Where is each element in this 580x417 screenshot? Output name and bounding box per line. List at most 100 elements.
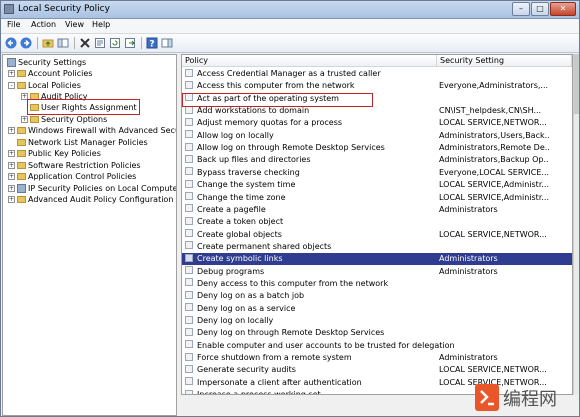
column-header-security-setting[interactable]: Security Setting [437, 55, 572, 67]
show-hide-console-tree-icon[interactable] [57, 37, 69, 49]
policy-name-text: Deny access to this computer from the ne… [197, 278, 389, 288]
policy-name-text: Change the time zone [197, 192, 286, 202]
tree-item-network-list-manager[interactable]: Network List Manager Policies [17, 137, 148, 148]
console-tree-pane[interactable]: Security Settings + Account Policies - Loc… [2, 54, 177, 416]
expand-toggle-icon[interactable]: + [8, 196, 15, 203]
maximize-button[interactable]: □ [531, 2, 549, 16]
vertical-scrollbar[interactable] [573, 54, 579, 395]
export-list-icon[interactable] [124, 37, 136, 49]
folder-icon [17, 82, 26, 89]
policy-name-text: Access Credential Manager as a trusted c… [197, 69, 381, 78]
delete-icon[interactable] [79, 37, 91, 49]
expand-toggle-icon[interactable]: + [8, 162, 15, 169]
policy-row[interactable]: Allow log on through Remote Desktop Serv… [182, 142, 572, 154]
policy-row[interactable]: Allow log on locally Administrators,Users… [182, 130, 572, 142]
tree-item-public-key-policies[interactable]: + Public Key Policies [8, 148, 101, 159]
policy-icon [185, 80, 193, 89]
menu-action[interactable]: Action [31, 20, 56, 29]
policy-row[interactable]: Force shutdown from a remote system Admin… [182, 352, 572, 364]
policy-row[interactable]: Access this computer from the network Eve… [182, 80, 572, 92]
expand-toggle-icon[interactable]: + [8, 185, 15, 192]
folder-icon [17, 139, 26, 146]
tree-item-label: Security Settings [18, 58, 87, 67]
menu-view[interactable]: View [65, 20, 84, 29]
policy-row[interactable]: Access Credential Manager as a trusted c… [182, 68, 572, 80]
expand-toggle-icon[interactable]: + [8, 127, 15, 134]
policy-icon [185, 340, 193, 349]
policy-setting: Administrators,Users,Back... [439, 130, 549, 140]
tree-item-security-options[interactable]: + Security Options [21, 114, 107, 125]
tree-item-label: Public Key Policies [28, 149, 101, 158]
policy-name: Deny log on locally [185, 315, 273, 327]
close-button[interactable]: ✕ [550, 2, 576, 16]
policy-name-text: Force shutdown from a remote system [197, 353, 352, 363]
help-icon[interactable]: ? [146, 37, 158, 49]
policy-icon [185, 389, 193, 394]
policy-row[interactable]: Back up files and directories Administrat… [182, 154, 572, 166]
policy-setting: Administrators [439, 254, 498, 264]
policy-row[interactable]: Create a token object [182, 216, 572, 228]
details-pane[interactable]: Policy Security Setting Access Credentia… [181, 54, 573, 395]
policy-name: Force shutdown from a remote system [185, 352, 352, 364]
refresh-icon[interactable] [109, 37, 121, 49]
show-hide-action-pane-icon[interactable] [161, 37, 173, 49]
policy-row[interactable]: Deny access to this computer from the ne… [182, 278, 572, 290]
policy-row[interactable]: Change the time zone LOCAL SERVICE,Admini… [182, 192, 572, 204]
tree-item-label: Network List Manager Policies [28, 138, 148, 147]
minimize-button[interactable]: – [512, 2, 530, 16]
policy-icon [185, 278, 193, 287]
expand-toggle-icon[interactable]: + [8, 150, 15, 157]
policy-setting: LOCAL SERVICE,Administr... [439, 180, 549, 190]
tree-item-ip-security-policies[interactable]: + IP Security Policies on Local Computer [8, 183, 176, 194]
tree-item-account-policies[interactable]: + Account Policies [8, 68, 92, 79]
collapse-toggle-icon[interactable]: - [8, 82, 15, 89]
expand-toggle-icon[interactable]: + [21, 116, 28, 123]
policy-icon [185, 68, 193, 77]
policy-row[interactable]: Debug programs Administrators [182, 266, 572, 278]
policy-icon [185, 179, 193, 188]
policy-name: Allow log on through Remote Desktop Serv… [185, 142, 385, 154]
policy-name: Create symbolic links [185, 253, 283, 265]
policy-row[interactable]: Create permanent shared objects [182, 241, 572, 253]
policy-name: Enable computer and user accounts to be … [185, 340, 455, 352]
policy-row[interactable]: Bypass traverse checking Everyone,LOCAL S… [182, 167, 572, 179]
policy-row[interactable]: Adjust memory quotas for a process LOCAL … [182, 117, 572, 129]
policy-row[interactable]: Generate security audits LOCAL SERVICE,NE… [182, 364, 572, 376]
tree-item-label: Advanced Audit Policy Configuration [28, 195, 174, 204]
title-bar[interactable]: Local Security Policy – □ ✕ [1, 1, 579, 19]
back-arrow-icon[interactable] [5, 37, 17, 49]
policy-row[interactable]: Change the system time LOCAL SERVICE,Admi… [182, 179, 572, 191]
policy-row[interactable]: Create symbolic links Administrators [182, 253, 572, 266]
expand-toggle-icon[interactable]: + [8, 173, 15, 180]
tree-item-advanced-audit-policy[interactable]: + Advanced Audit Policy Configuration [8, 194, 173, 205]
tree-item-label: Software Restriction Policies [28, 161, 141, 170]
policy-name-text: Impersonate a client after authenticatio… [197, 377, 362, 387]
properties-icon[interactable] [94, 37, 106, 49]
menu-help[interactable]: Help [92, 20, 110, 29]
policy-icon [185, 167, 193, 176]
tree-item-software-restriction[interactable]: + Software Restriction Policies [8, 160, 141, 171]
policy-row[interactable]: Deny log on through Remote Desktop Servi… [182, 327, 572, 339]
act-as-os-highlight-box [182, 93, 373, 107]
menu-file[interactable]: File [7, 20, 20, 29]
policy-row[interactable]: Deny log on locally [182, 315, 572, 327]
tree-item-windows-firewall[interactable]: + Windows Firewall with Advanced Security [8, 125, 176, 136]
policy-row[interactable]: Create a pagefile Administrators [182, 204, 572, 216]
policy-name: Deny log on through Remote Desktop Servi… [185, 327, 384, 339]
tree-item-application-control[interactable]: + Application Control Policies [8, 171, 136, 182]
forward-arrow-icon[interactable] [20, 37, 32, 49]
policy-icon [185, 327, 193, 336]
up-folder-icon[interactable] [42, 37, 54, 49]
expand-toggle-icon[interactable]: + [8, 70, 15, 77]
scrollbar-thumb[interactable] [574, 54, 579, 114]
policy-row[interactable]: Create global objects LOCAL SERVICE,NETWO… [182, 229, 572, 241]
policy-row[interactable]: Deny log on as a batch job [182, 290, 572, 302]
tree-item-local-policies[interactable]: - Local Policies [8, 80, 81, 91]
policy-row[interactable]: Deny log on as a service [182, 303, 572, 315]
menu-bar: File Action View Help [1, 19, 579, 34]
column-header-policy[interactable]: Policy [182, 55, 437, 67]
tree-item-security-settings[interactable]: Security Settings [7, 57, 86, 68]
policy-setting: LOCAL SERVICE,NETWOR... [439, 118, 547, 128]
policy-row[interactable]: Enable computer and user accounts to be … [182, 340, 572, 352]
window-title: Local Security Policy [18, 4, 110, 14]
